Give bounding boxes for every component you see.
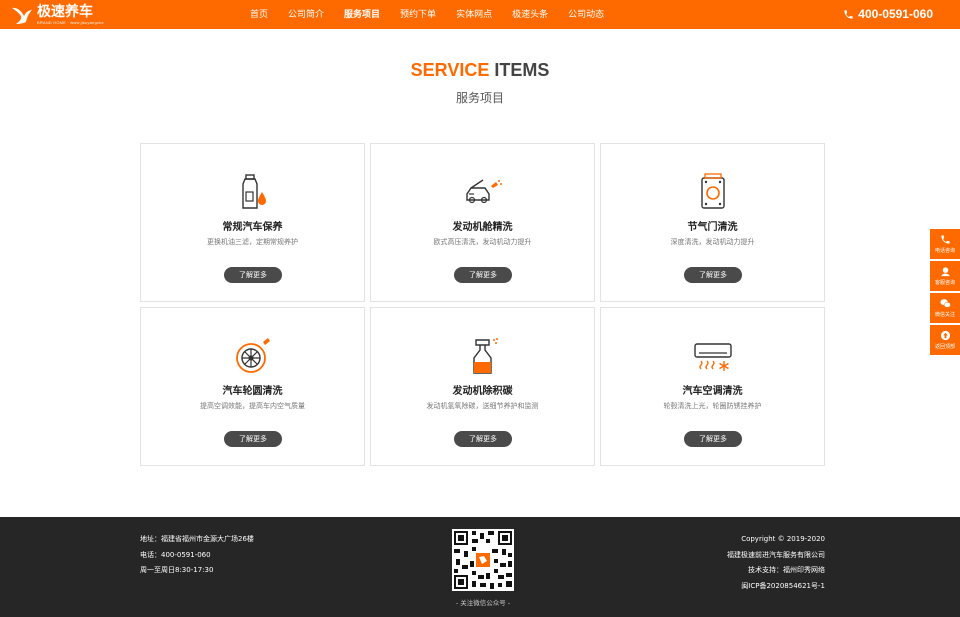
learn-more-button[interactable]: 了解更多: [684, 431, 742, 447]
learn-more-button[interactable]: 了解更多: [454, 267, 512, 283]
nav-item-about[interactable]: 公司简介: [278, 0, 334, 29]
nav-item-home[interactable]: 首页: [240, 0, 278, 29]
service-card[interactable]: 发动机舱精洗 欧式高压清洗，发动机动力提升 了解更多: [370, 143, 595, 302]
customer-service-icon: [940, 267, 950, 277]
footer-legal: Copyright © 2019-2020 福建极速前进汽车服务有限公司 技术支…: [727, 532, 825, 594]
service-card[interactable]: 汽车轮圆清洗 提高空调效能，提高车内空气质量 了解更多: [140, 307, 365, 466]
learn-more-button[interactable]: 了解更多: [684, 267, 742, 283]
card-description: 欧式高压清洗，发动机动力提升: [433, 238, 532, 246]
side-float-bar: 电话咨询 客服咨询 微信关注 返回顶部: [930, 229, 960, 357]
air-conditioner-icon: [694, 343, 732, 371]
footer-company: 福建极速前进汽车服务有限公司: [727, 550, 825, 559]
card-description: 发动机氢氧除碳，送细节养护和监测: [426, 402, 539, 410]
logo[interactable]: 极速养车 BRAND HOME · www.jisuyangche: [10, 3, 104, 27]
nav-item-booking[interactable]: 预约下单: [390, 0, 446, 29]
footer-hours: 周一至周日8:30-17:30: [140, 566, 214, 574]
side-wechat-button[interactable]: 微信关注: [930, 293, 960, 323]
learn-more-button[interactable]: 了解更多: [224, 267, 282, 283]
nav-item-stores[interactable]: 实体网点: [446, 0, 502, 29]
learn-more-button[interactable]: 了解更多: [454, 431, 512, 447]
card-title: 发动机舱精洗: [452, 222, 513, 233]
arrow-up-icon: [940, 330, 950, 341]
side-service-button[interactable]: 客服咨询: [930, 261, 960, 291]
wechat-icon: [939, 299, 951, 308]
phone-icon: [940, 235, 950, 244]
nav-item-headlines[interactable]: 极速头条: [502, 0, 558, 29]
phone-icon: [844, 10, 853, 19]
header-phone-number: 400-0591-060: [858, 7, 933, 21]
service-card[interactable]: 发动机除积碳 发动机氢氧除碳，送细节养护和监测 了解更多: [370, 307, 595, 466]
card-description: 深度清洗，发动机动力提升: [670, 238, 755, 246]
footer-tel: 电话：400-0591-060: [140, 550, 211, 559]
oil-bottle-icon: [242, 174, 266, 209]
card-description: 轮毂清洗上光，轮圈防锈挂养护: [663, 402, 762, 410]
side-top-label: 返回顶部: [934, 344, 955, 350]
footer-address: 地址：福建省福州市金源大广场26楼: [140, 535, 254, 543]
footer: 地址：福建省福州市金源大广场26楼 电话：400-0591-060 周一至周日8…: [0, 517, 960, 617]
card-title: 汽车空调清洗: [682, 386, 743, 397]
side-phone-button[interactable]: 电话咨询: [930, 229, 960, 259]
footer-copyright: Copyright © 2019-2020: [741, 535, 825, 543]
section-title-rest: ITEMS: [489, 60, 550, 80]
footer-icp[interactable]: 闽ICP备2020854621号-1: [727, 579, 825, 595]
side-top-button[interactable]: 返回顶部: [930, 325, 960, 355]
spray-bottle-icon: [473, 338, 498, 374]
engine-bay-icon: [466, 179, 502, 204]
card-title: 节气门清洗: [687, 222, 738, 233]
section-title-highlight: SERVICE: [410, 60, 490, 80]
card-description: 提高空调效能，提高车内空气质量: [200, 402, 305, 410]
card-title: 发动机除积碳: [452, 386, 513, 397]
section-title-cn: 服务项目: [455, 91, 504, 105]
nav-item-services[interactable]: 服务项目: [334, 0, 390, 29]
logo-subtitle: BRAND HOME · www.jisuyangche: [37, 20, 104, 25]
section-title-en: SERVICE ITEMS: [0, 60, 960, 81]
wheel-icon: [236, 338, 270, 373]
learn-more-button[interactable]: 了解更多: [224, 431, 282, 447]
logo-name: 极速养车: [37, 4, 93, 20]
service-grid: 常规汽车保养 更换机油三滤，定期常规养护 了解更多 发动机舱精洗 欧式高压清洗，…: [140, 143, 825, 466]
card-title: 汽车轮圆清洗: [222, 386, 283, 397]
wechat-qr-code: [452, 529, 514, 591]
side-phone-label: 电话咨询: [934, 248, 955, 254]
header-phone[interactable]: 400-0591-060: [843, 0, 933, 29]
nav-item-news[interactable]: 公司动态: [558, 0, 614, 29]
service-card[interactable]: 常规汽车保养 更换机油三滤，定期常规养护 了解更多: [140, 143, 365, 302]
logo-bird-icon: [12, 7, 32, 25]
throttle-icon: [701, 173, 725, 209]
top-header: 极速养车 BRAND HOME · www.jisuyangche 首页 公司简…: [0, 0, 960, 29]
service-card[interactable]: 汽车空调清洗 轮毂清洗上光，轮圈防锈挂养护 了解更多: [600, 307, 825, 466]
qr-caption: - 关注微信公众号 -: [455, 599, 511, 607]
footer-support[interactable]: 技术支持：福州印秀网络: [727, 563, 825, 579]
side-service-label: 客服咨询: [934, 280, 955, 286]
card-title: 常规汽车保养: [222, 222, 283, 233]
service-card[interactable]: 节气门清洗 深度清洗，发动机动力提升 了解更多: [600, 143, 825, 302]
footer-contact: 地址：福建省福州市金源大广场26楼 电话：400-0591-060 周一至周日8…: [140, 532, 254, 579]
main-nav: 首页 公司简介 服务项目 预约下单 实体网点 极速头条 公司动态: [240, 0, 614, 29]
side-wechat-label: 微信关注: [934, 312, 955, 318]
card-description: 更换机油三滤，定期常规养护: [207, 238, 298, 246]
